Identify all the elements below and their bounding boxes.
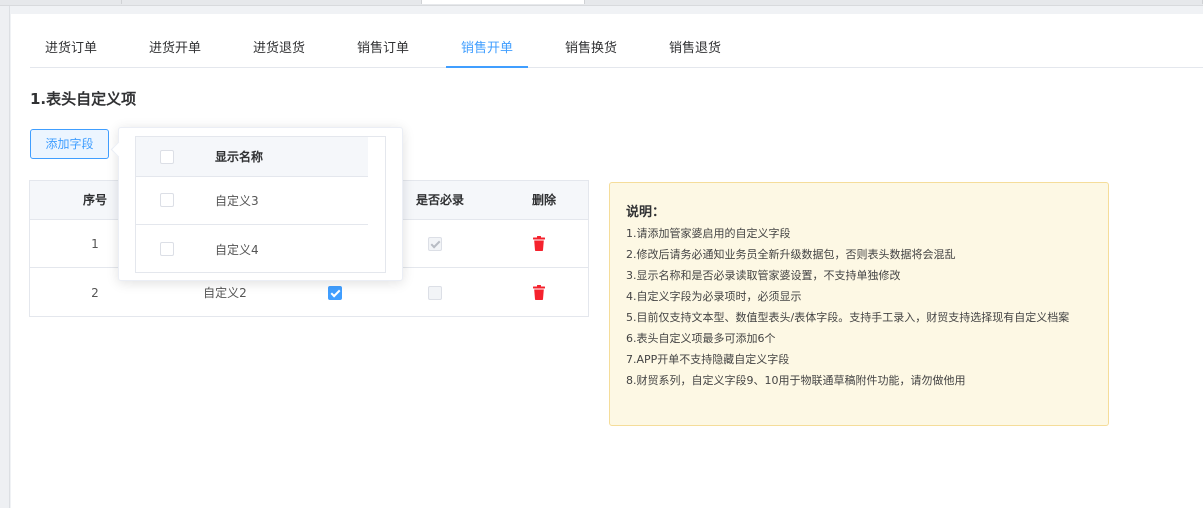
field-picker-popover: 显示名称 自定义3 自定义4 (118, 127, 403, 281)
top-tab-segment-active[interactable] (422, 0, 585, 4)
instructions-title: 说明： (626, 205, 666, 220)
tab-purchase-return[interactable]: 进货退货 (238, 38, 320, 68)
tab-purchase-order[interactable]: 进货订单 (30, 38, 112, 68)
visible-checkbox[interactable] (328, 286, 342, 300)
instruction-item: 8.财贸系列，自定义字段9、10用于物联通草稿附件功能，请勿做他用 (626, 374, 966, 387)
required-checkbox[interactable] (428, 286, 442, 300)
left-edge-bar (0, 6, 10, 508)
select-all-checkbox[interactable] (160, 150, 174, 164)
tab-sales-return[interactable]: 销售退货 (654, 38, 736, 68)
instruction-item: 7.APP开单不支持隐藏自定义字段 (626, 353, 790, 366)
field-checkbox[interactable] (160, 193, 174, 207)
field-checkbox[interactable] (160, 242, 174, 256)
instruction-item: 3.显示名称和是否必录读取管家婆设置，不支持单独修改 (626, 269, 901, 282)
add-field-button[interactable]: 添加字段 (30, 129, 109, 159)
instruction-item: 1.请添加管家婆启用的自定义字段 (626, 227, 791, 240)
instruction-item: 6.表头自定义项最多可添加6个 (626, 332, 776, 345)
field-picker-row[interactable]: 自定义3 (136, 177, 368, 225)
field-picker-table: 显示名称 自定义3 自定义4 (135, 136, 386, 273)
instruction-item: 4.自定义字段为必录项时，必须显示 (626, 290, 802, 303)
trash-icon[interactable] (533, 236, 545, 251)
instruction-item: 2.修改后请务必通知业务员全新升级数据包，否则表头数据将会混乱 (626, 248, 956, 261)
field-picker-header: 显示名称 (136, 137, 368, 177)
document-type-tabs: 进货订单 进货开单 进货退货 销售订单 销售开单 销售换货 销售退货 (30, 38, 1203, 68)
top-window-strip (0, 0, 1203, 6)
header-display-name: 显示名称 (215, 150, 264, 164)
instructions-box: 说明： 1.请添加管家婆启用的自定义字段 2.修改后请务必通知业务员全新升级数据… (609, 182, 1109, 426)
section-title: 1.表头自定义项 (30, 90, 137, 108)
field-label: 自定义3 (215, 194, 259, 208)
trash-icon[interactable] (533, 285, 545, 300)
tab-sales-invoice[interactable]: 销售开单 (446, 38, 529, 68)
top-tab-segment[interactable] (0, 0, 122, 4)
required-checkbox[interactable] (428, 237, 442, 251)
top-tab-segment[interactable] (122, 0, 422, 4)
instruction-item: 5.目前仅支持文本型、数值型表头/表体字段。支持手工录入，财贸支持选择现有自定义… (626, 311, 1070, 324)
top-tab-segment[interactable] (585, 0, 1203, 4)
tab-purchase-invoice[interactable]: 进货开单 (134, 38, 216, 68)
tab-sales-order[interactable]: 销售订单 (342, 38, 424, 68)
tab-sales-exchange[interactable]: 销售换货 (550, 38, 632, 68)
field-label: 自定义4 (215, 243, 259, 257)
field-picker-row[interactable]: 自定义4 (136, 226, 368, 274)
content-panel: 进货订单 进货开单 进货退货 销售订单 销售开单 销售换货 销售退货 1.表头自… (11, 14, 1203, 508)
header-delete: 删除 (531, 193, 556, 207)
